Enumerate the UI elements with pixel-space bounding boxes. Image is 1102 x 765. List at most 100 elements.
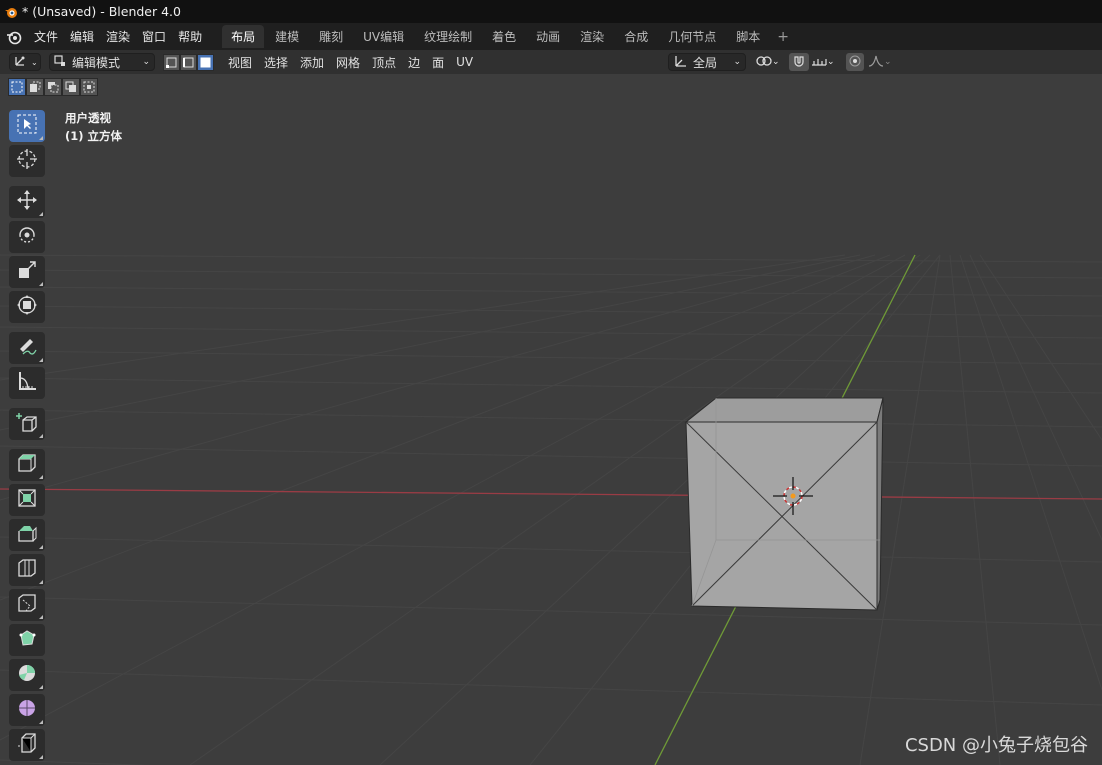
workspace-tabs: 布局 建模 雕刻 UV编辑 纹理绘制 着色 动画 渲染 合成 几何节点 脚本 +	[222, 25, 795, 48]
tool-annotate[interactable]	[9, 332, 45, 364]
tab-scripting[interactable]: 脚本	[727, 25, 769, 48]
select-new-button[interactable]	[8, 78, 26, 96]
pivot-link-icon	[756, 54, 772, 71]
tool-rotate[interactable]	[9, 221, 45, 253]
tab-compositing[interactable]: 合成	[615, 25, 657, 48]
loop-cut-icon	[16, 557, 38, 583]
tab-uv-editing[interactable]: UV编辑	[354, 25, 413, 48]
tool-poly-build[interactable]	[9, 624, 45, 656]
smooth-sphere-icon	[16, 697, 38, 723]
snap-toggle[interactable]	[789, 53, 809, 71]
mode-label: 编辑模式	[72, 55, 121, 70]
tool-spin[interactable]	[9, 659, 45, 691]
tool-shelf	[9, 110, 47, 764]
tool-variant-indicator	[39, 358, 43, 362]
tool-smooth[interactable]	[9, 694, 45, 726]
x-axis-line	[0, 488, 1102, 500]
orientation-label: 全局	[693, 55, 718, 70]
menu-edit[interactable]: 编辑	[64, 28, 100, 45]
tool-variant-indicator	[39, 755, 43, 759]
menu-select[interactable]: 选择	[258, 54, 294, 71]
select-intersect-button[interactable]	[80, 78, 98, 96]
tool-cursor[interactable]	[9, 145, 45, 177]
tab-modeling[interactable]: 建模	[266, 25, 308, 48]
poly-build-icon	[16, 627, 38, 653]
select-invert-button[interactable]	[62, 78, 80, 96]
blender-logo-icon	[0, 0, 22, 23]
inset-icon	[16, 487, 38, 513]
menu-window[interactable]: 窗口	[136, 28, 172, 45]
cube-mesh	[684, 397, 884, 611]
face-select-button[interactable]	[197, 53, 214, 71]
view-name-label: 用户透视	[65, 111, 111, 125]
tool-variant-indicator	[39, 475, 43, 479]
chevron-down-icon: ⌄	[827, 57, 835, 67]
menu-uv[interactable]: UV	[450, 55, 479, 69]
edge-select-button[interactable]	[180, 53, 197, 71]
tab-layout[interactable]: 布局	[222, 25, 265, 48]
tool-bevel[interactable]	[9, 519, 45, 551]
tool-loop-cut[interactable]	[9, 554, 45, 586]
viewport-info-overlay: 用户透视 (1) 立方体	[65, 109, 122, 145]
tool-add-cube[interactable]	[9, 408, 45, 440]
tab-geometry-nodes[interactable]: 几何节点	[659, 25, 725, 48]
menu-add[interactable]: 添加	[294, 54, 330, 71]
editor-type-dropdown[interactable]: ⌄	[9, 53, 41, 71]
chevron-down-icon: ⌄	[772, 57, 780, 67]
falloff-dropdown[interactable]: ⌄	[868, 54, 892, 71]
pivot-point-dropdown[interactable]: ⌄	[756, 54, 780, 71]
shear-icon	[16, 732, 38, 758]
edit-mode-icon	[54, 54, 66, 70]
add-cube-icon	[16, 411, 38, 437]
tool-scale[interactable]	[9, 256, 45, 288]
tool-select-box[interactable]	[9, 110, 45, 142]
watermark-text: CSDN @小兔子烧包谷	[904, 735, 1088, 756]
tab-animation[interactable]: 动画	[527, 25, 569, 48]
menu-edge[interactable]: 边	[402, 54, 426, 71]
add-workspace-button[interactable]: +	[771, 29, 795, 45]
menu-file[interactable]: 文件	[28, 28, 64, 45]
tool-knife[interactable]	[9, 589, 45, 621]
tool-shear[interactable]	[9, 729, 45, 761]
menu-view[interactable]: 视图	[222, 54, 258, 71]
tool-inset[interactable]	[9, 484, 45, 516]
tab-sculpting[interactable]: 雕刻	[310, 25, 352, 48]
tool-variant-indicator	[39, 136, 43, 140]
snap-increment-icon	[811, 55, 827, 70]
3d-viewport[interactable]	[0, 74, 1102, 765]
blender-menu-icon[interactable]	[6, 29, 28, 45]
annotate-pencil-icon	[16, 335, 38, 361]
active-object-label: (1) 立方体	[65, 129, 123, 143]
menu-help[interactable]: 帮助	[172, 28, 208, 45]
tab-rendering[interactable]: 渲染	[571, 25, 613, 48]
orientation-axes-icon	[673, 54, 687, 71]
rotate-icon	[16, 224, 38, 250]
tool-variant-indicator	[39, 282, 43, 286]
falloff-curve-icon	[868, 54, 884, 71]
top-menu-bar: 文件 编辑 渲染 窗口 帮助 布局 建模 雕刻 UV编辑 纹理绘制 着色 动画 …	[0, 23, 1102, 50]
snap-target-dropdown[interactable]: ⌄	[811, 55, 835, 70]
menu-render[interactable]: 渲染	[100, 28, 136, 45]
menu-face[interactable]: 面	[426, 54, 450, 71]
tab-texture-paint[interactable]: 纹理绘制	[415, 25, 481, 48]
mode-dropdown[interactable]: 编辑模式 ⌄	[49, 53, 155, 71]
tool-variant-indicator	[39, 685, 43, 689]
menu-vertex[interactable]: 顶点	[366, 54, 402, 71]
viewport-header: ⌄ 编辑模式 ⌄ 视图 选择 添加 网格 顶点 边 面 UV 全局 ⌄ ⌄ ⌄ …	[0, 50, 1102, 74]
proportional-edit-toggle[interactable]	[846, 53, 864, 71]
tool-variant-indicator	[39, 545, 43, 549]
move-icon	[16, 189, 38, 215]
menu-mesh[interactable]: 网格	[330, 54, 366, 71]
measure-ruler-icon	[16, 370, 38, 396]
tool-move[interactable]	[9, 186, 45, 218]
tool-transform[interactable]	[9, 291, 45, 323]
select-subtract-button[interactable]	[44, 78, 62, 96]
spin-icon	[16, 662, 38, 688]
tool-extrude[interactable]	[9, 449, 45, 481]
transform-orientation-dropdown[interactable]: 全局 ⌄	[668, 53, 746, 71]
vertex-select-button[interactable]	[163, 53, 180, 71]
tab-shading[interactable]: 着色	[483, 25, 525, 48]
tool-measure[interactable]	[9, 367, 45, 399]
chevron-down-icon: ⌄	[142, 57, 150, 67]
select-extend-button[interactable]	[26, 78, 44, 96]
